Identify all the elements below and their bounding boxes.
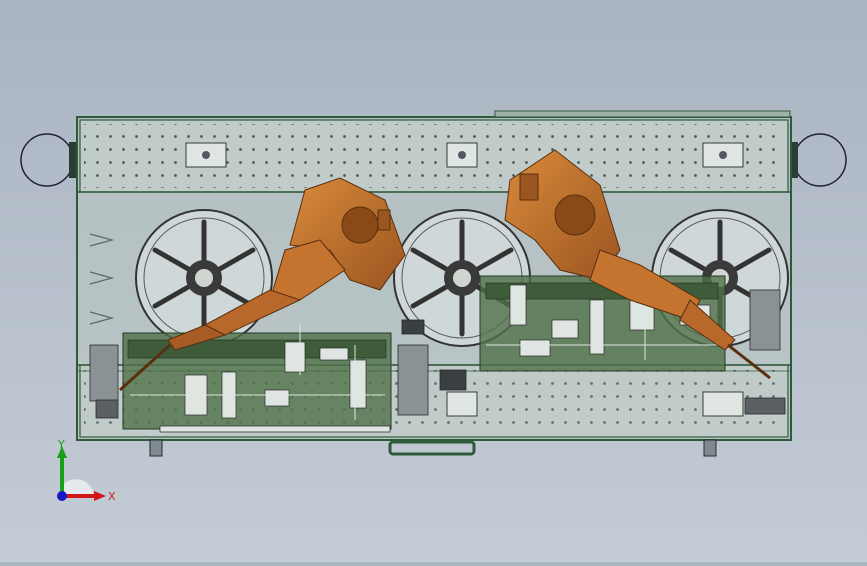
cad-viewport[interactable] xyxy=(0,0,867,562)
mount-plate-top-center xyxy=(446,142,478,168)
carry-handle xyxy=(388,440,476,456)
x-axis-head xyxy=(94,491,106,501)
lifting-ring-right xyxy=(790,133,847,187)
mount-plate-top-right xyxy=(702,142,744,168)
mount-plate-top-left xyxy=(185,142,227,168)
lifting-ring-left xyxy=(20,133,77,187)
assembly-drawing xyxy=(20,110,847,457)
fixture-table-left xyxy=(122,325,392,433)
x-axis-label: X xyxy=(108,490,116,503)
z-axis-dot xyxy=(57,491,67,501)
coordinate-triad: Y X xyxy=(44,436,124,516)
y-axis-label: Y xyxy=(57,438,65,451)
triad-plane xyxy=(62,479,94,496)
